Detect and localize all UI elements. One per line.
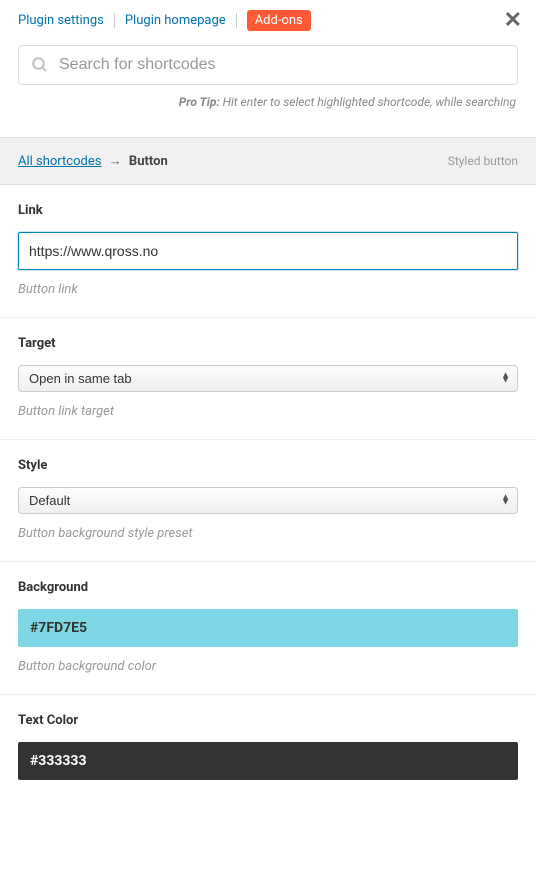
style-field-section: Style Default ▲▼ Button background style… [0,440,536,562]
target-field-section: Target Open in same tab ▲▼ Button link t… [0,318,536,440]
textcolor-label: Text Color [18,713,518,728]
pro-tip-text: Pro Tip: Hit enter to select highlighted… [18,95,518,109]
breadcrumb-label: Styled button [448,154,518,168]
background-color-picker[interactable]: #7FD7E5 [18,609,518,647]
background-field-section: Background #7FD7E5 Button background col… [0,562,536,695]
search-box[interactable] [18,45,518,85]
style-select[interactable]: Default [18,487,518,514]
arrow-right-icon: → [109,154,122,169]
close-icon[interactable]: ✕ [504,10,522,32]
link-help-text: Button link [18,282,518,297]
search-input[interactable] [59,56,505,74]
plugin-settings-link[interactable]: Plugin settings [18,13,115,28]
textcolor-color-picker[interactable]: #333333 [18,742,518,780]
breadcrumb-root-link[interactable]: All shortcodes [18,154,101,169]
link-label: Link [18,203,518,218]
target-select[interactable]: Open in same tab [18,365,518,392]
target-help-text: Button link target [18,404,518,419]
search-icon [31,56,49,74]
link-field-section: Link Button link [0,185,536,318]
breadcrumb: All shortcodes → Button Styled button [0,137,536,185]
background-help-text: Button background color [18,659,518,674]
style-label: Style [18,458,518,473]
background-label: Background [18,580,518,595]
target-label: Target [18,336,518,351]
textcolor-field-section: Text Color #333333 [0,695,536,792]
addons-link[interactable]: Add-ons [247,10,311,31]
style-help-text: Button background style preset [18,526,518,541]
breadcrumb-current: Button [129,154,168,169]
plugin-homepage-link[interactable]: Plugin homepage [115,13,237,28]
link-input[interactable] [18,232,518,270]
